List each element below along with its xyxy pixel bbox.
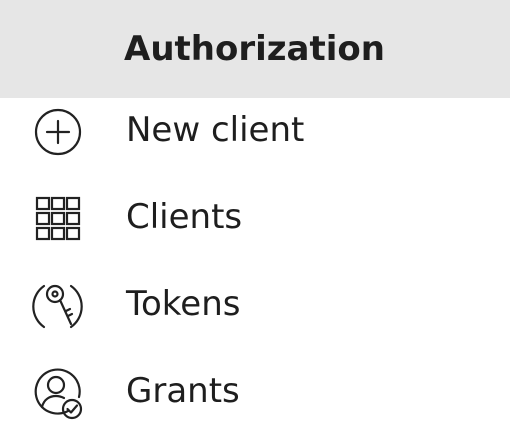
menu-item-label: Clients <box>126 197 243 237</box>
menu-item-label: Grants <box>126 371 240 411</box>
menu-item-label: Tokens <box>126 284 241 324</box>
menu-item-grants[interactable]: Grants <box>0 349 510 435</box>
menu-header-title: Authorization <box>124 29 385 69</box>
add-circle-icon <box>22 96 94 168</box>
authorization-menu-panel: Authorization New client Clients Tokens … <box>0 0 510 443</box>
grid-icon <box>22 183 94 255</box>
menu-item-tokens[interactable]: Tokens <box>0 262 510 348</box>
key-icon <box>22 270 94 342</box>
menu-item-new-client[interactable]: New client <box>0 88 510 174</box>
menu-item-clients[interactable]: Clients <box>0 175 510 261</box>
menu-header: Authorization <box>0 0 510 98</box>
menu-item-label: New client <box>126 110 305 150</box>
person-check-icon <box>22 357 94 429</box>
